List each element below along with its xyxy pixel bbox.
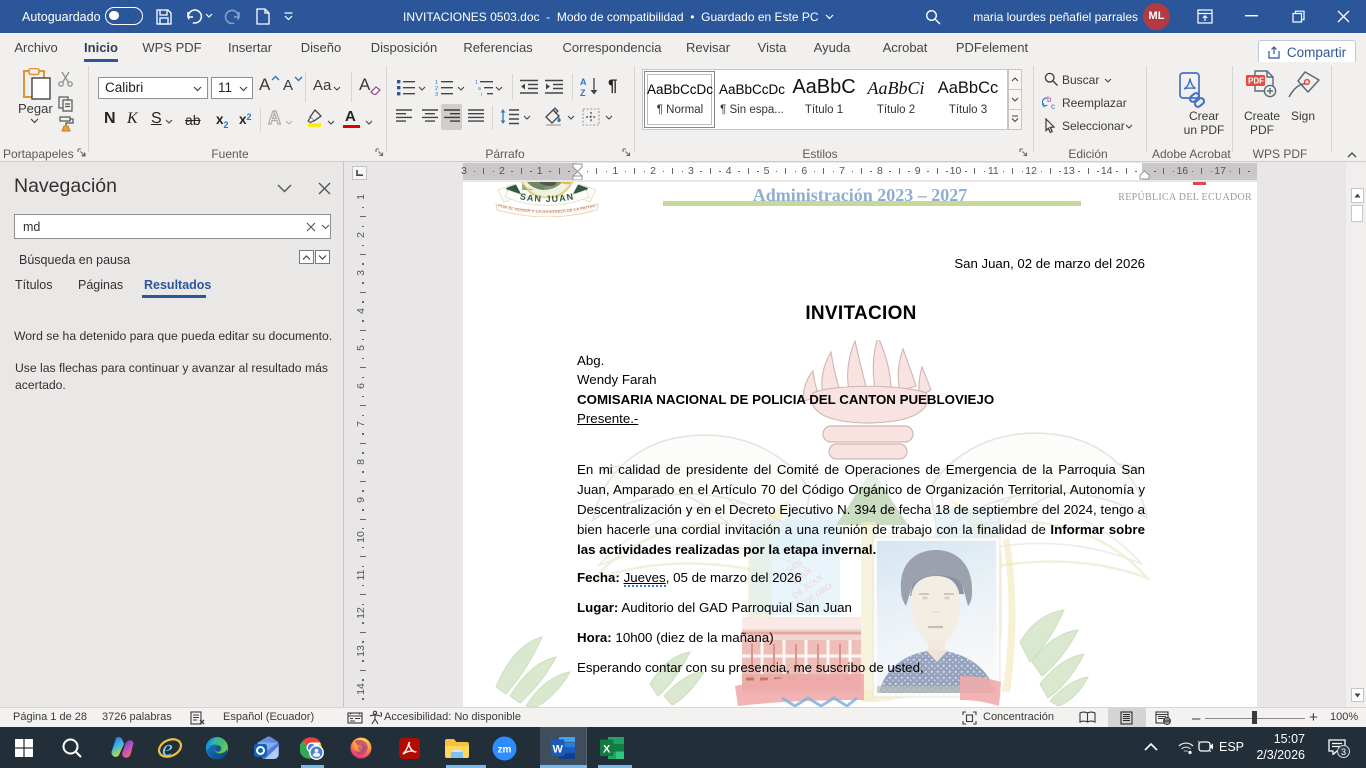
- svg-text:i: i: [481, 92, 482, 96]
- svg-text:Z: Z: [580, 88, 586, 97]
- svg-text:PDF: PDF: [1248, 76, 1264, 85]
- svg-text:3: 3: [435, 92, 438, 96]
- svg-text:c: c: [1051, 102, 1055, 110]
- svg-text:W: W: [553, 744, 564, 756]
- svg-text:A: A: [580, 77, 587, 87]
- svg-text:zm: zm: [498, 745, 512, 756]
- svg-text:e: e: [162, 736, 173, 761]
- svg-text:X: X: [603, 744, 611, 756]
